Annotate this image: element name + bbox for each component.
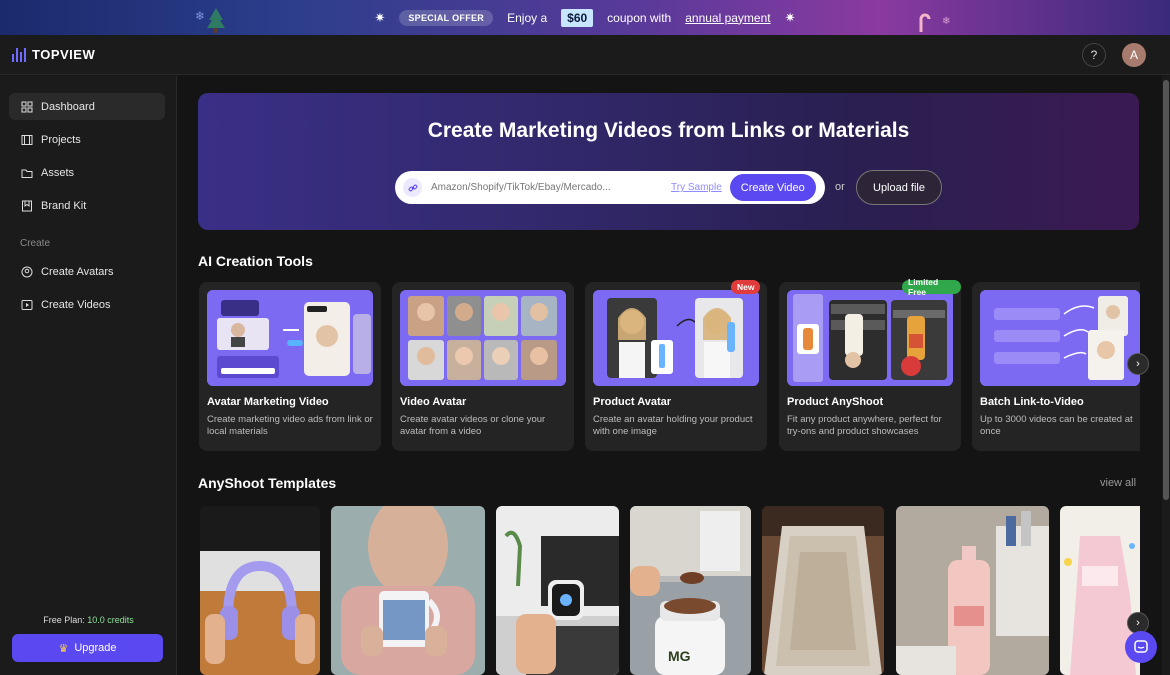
user-avatar[interactable]: A	[1122, 42, 1146, 67]
tool-card-description: Create marketing video ads from link or …	[207, 414, 373, 437]
hero-title: Create Marketing Videos from Links or Ma…	[427, 119, 910, 142]
top-bar: TOPVIEW ? A	[0, 35, 1170, 75]
help-button[interactable]: ?	[1082, 42, 1106, 67]
chat-icon	[1134, 640, 1148, 653]
banner-text-before: Enjoy a	[507, 10, 548, 25]
new-badge: New	[731, 280, 761, 294]
link-input-box[interactable]: Try Sample Create Video	[395, 171, 825, 204]
svg-text:MG: MG	[668, 648, 691, 664]
sidebar-item-create-avatars[interactable]: Create Avatars	[9, 258, 165, 285]
tool-card-product-anyshoot[interactable]: Limited Free Product AnyShoot Fit any pr…	[779, 277, 961, 451]
tool-card-video-avatar[interactable]: Video Avatar Create avatar videos or clo…	[392, 282, 574, 451]
limited-free-badge: Limited Free	[902, 277, 961, 297]
sidebar-item-label: Brand Kit	[41, 199, 87, 212]
view-all-link[interactable]: view all	[1100, 477, 1136, 489]
tool-card-description: Create an avatar holding your product wi…	[593, 414, 753, 437]
christmas-tree-icon	[207, 8, 225, 33]
sidebar-item-assets[interactable]: Assets	[9, 159, 165, 186]
carousel-next-button[interactable]: ›	[1127, 353, 1149, 375]
product-link-input[interactable]	[431, 182, 663, 193]
tool-card-thumbnail	[980, 290, 1140, 386]
plan-label: Free Plan:	[43, 615, 85, 625]
create-section-label: Create	[20, 238, 51, 249]
brand-name: TOPVIEW	[32, 47, 96, 62]
folder-icon	[21, 169, 33, 178]
tool-card-thumbnail	[593, 290, 759, 386]
tool-card-thumbnail	[787, 290, 953, 386]
bookmark-icon	[22, 200, 32, 211]
film-icon	[21, 134, 33, 145]
sidebar-item-brand-kit[interactable]: Brand Kit	[9, 192, 165, 219]
template-headphones[interactable]	[200, 506, 320, 675]
scrollbar-thumb[interactable]	[1163, 80, 1169, 500]
vertical-scrollbar[interactable]	[1162, 76, 1170, 675]
promo-banner[interactable]: ❄ ✷ SPECIAL OFFER Enjoy a $60 coupon wit…	[0, 0, 1170, 35]
annual-payment-link[interactable]: annual payment	[685, 11, 770, 25]
snowflake-icon: ❄	[195, 9, 206, 23]
grid-icon	[21, 101, 33, 112]
tool-card-description: Up to 3000 videos can be created at once	[980, 414, 1133, 437]
chat-support-button[interactable]	[1125, 631, 1157, 663]
or-separator: or	[835, 181, 845, 193]
sparkle-icon: ✷	[784, 9, 796, 25]
sidebar: Dashboard Projects Assets Brand Kit Crea…	[0, 76, 177, 675]
anyshoot-templates-heading: AnyShoot Templates	[198, 475, 337, 491]
chevron-right-icon: ›	[1136, 358, 1140, 370]
sidebar-item-label: Assets	[41, 166, 75, 179]
crown-icon: ♛	[58, 642, 69, 655]
template-mug[interactable]	[331, 506, 485, 675]
credits-value: 10.0 credits	[87, 615, 134, 625]
sidebar-item-label: Dashboard	[41, 100, 95, 113]
tool-card-description: Fit any product anywhere, perfect for tr…	[787, 414, 942, 437]
sidebar-item-dashboard[interactable]: Dashboard	[9, 93, 165, 120]
create-video-button[interactable]: Create Video	[729, 174, 816, 201]
chevron-right-icon: ›	[1136, 617, 1140, 629]
avatar-plus-icon	[21, 266, 33, 277]
ai-tools-heading: AI Creation Tools	[198, 253, 313, 269]
sidebar-item-projects[interactable]: Projects	[9, 126, 165, 153]
sparkle-icon: ✷	[374, 9, 386, 25]
brand-logo[interactable]: TOPVIEW	[12, 47, 95, 62]
tool-card-thumbnail	[207, 290, 373, 386]
upgrade-button[interactable]: ♛ Upgrade	[12, 634, 163, 662]
template-smartwatch[interactable]	[496, 506, 619, 675]
template-protein-powder[interactable]: MG	[630, 506, 751, 675]
upload-file-button[interactable]: Upload file	[856, 170, 942, 205]
tool-card-batch-link-to-video[interactable]: Batch Link-to-Video Up to 3000 videos ca…	[972, 282, 1140, 451]
tool-card-title: Product Avatar	[593, 396, 672, 408]
main-content: Create Marketing Videos from Links or Ma…	[178, 76, 1162, 675]
banner-text-middle: coupon with	[607, 10, 672, 25]
template-conditioner[interactable]	[896, 506, 1049, 675]
sidebar-item-create-videos[interactable]: Create Videos	[9, 291, 165, 318]
coupon-amount: $60	[561, 8, 594, 27]
tool-card-title: Video Avatar	[400, 396, 467, 408]
try-sample-link[interactable]: Try Sample	[671, 182, 722, 193]
video-plus-icon	[21, 299, 33, 310]
sidebar-item-label: Projects	[41, 133, 81, 146]
snowflake-icon: ❄	[942, 16, 951, 27]
plan-info: Free Plan: 10.0 credits	[0, 615, 177, 625]
candy-cane-icon	[919, 13, 931, 32]
hero-panel: Create Marketing Videos from Links or Ma…	[198, 93, 1139, 230]
topview-logo-icon	[12, 47, 26, 62]
template-rug[interactable]	[762, 506, 884, 675]
tool-card-thumbnail	[400, 290, 566, 386]
upgrade-label: Upgrade	[74, 642, 117, 654]
sidebar-item-label: Create Videos	[41, 298, 111, 311]
special-offer-badge: SPECIAL OFFER	[399, 9, 494, 26]
tool-card-avatar-marketing-video[interactable]: Avatar Marketing Video Create marketing …	[199, 282, 381, 451]
tool-card-title: Avatar Marketing Video	[207, 396, 329, 408]
tool-card-title: Product AnyShoot	[787, 396, 884, 408]
sidebar-item-label: Create Avatars	[41, 265, 114, 278]
tool-card-product-avatar[interactable]: New Product Avatar Create an avatar hold…	[585, 280, 767, 451]
link-icon	[403, 178, 422, 197]
tool-card-description: Create avatar videos or clone your avata…	[400, 414, 546, 437]
tool-card-title: Batch Link-to-Video	[980, 396, 1084, 408]
